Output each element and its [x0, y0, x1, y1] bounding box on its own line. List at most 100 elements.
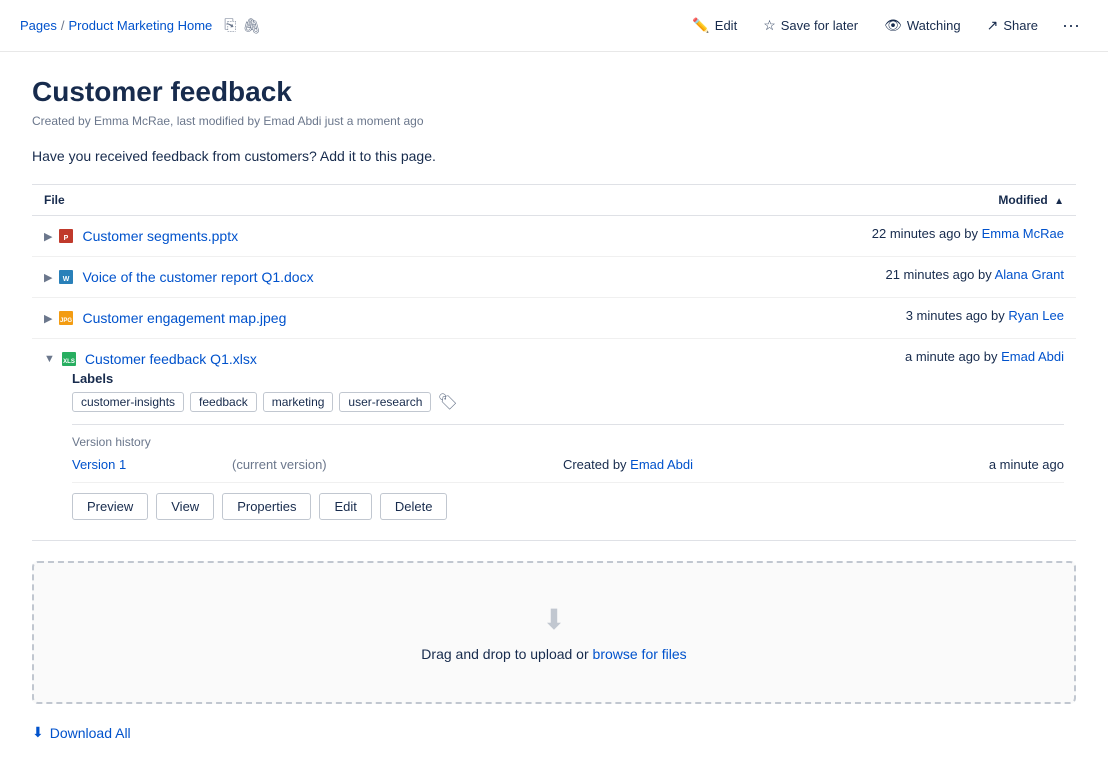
- labels-list: customer-insights feedback marketing use…: [72, 392, 1064, 412]
- preview-button[interactable]: Preview: [72, 493, 148, 520]
- version-actions: Preview View Properties Edit Delete: [72, 493, 1064, 520]
- file-name: Customer feedback Q1.xlsx: [85, 351, 257, 367]
- svg-text:XLS: XLS: [63, 359, 75, 365]
- pptx-icon: P: [56, 226, 76, 246]
- share-icon: ↗: [987, 17, 999, 34]
- download-all-link[interactable]: ⬇ Download All: [32, 720, 1076, 745]
- file-name: Voice of the customer report Q1.docx: [82, 269, 313, 285]
- version-section: Version history Version 1 (current versi…: [72, 424, 1064, 520]
- table-row: ▼ XLS Customer feedback Q1.xlsx: [32, 339, 1076, 372]
- page-title: Customer feedback: [32, 76, 1076, 108]
- version-link[interactable]: Version 1: [72, 457, 232, 472]
- properties-button[interactable]: Properties: [222, 493, 311, 520]
- labels-title: Labels: [72, 371, 1064, 386]
- file-name: Customer engagement map.jpeg: [82, 310, 286, 326]
- file-link[interactable]: JPG Customer engagement map.jpeg: [56, 308, 286, 328]
- share-button[interactable]: ↗ Share: [977, 12, 1048, 39]
- svg-text:JPG: JPG: [60, 318, 72, 324]
- upload-arrow-icon: ⬇: [54, 603, 1054, 636]
- label-tag[interactable]: marketing: [263, 392, 334, 412]
- modified-by-link[interactable]: Alana Grant: [995, 267, 1064, 282]
- modified-time: 21 minutes ago by: [885, 267, 994, 282]
- row-expander[interactable]: ▶: [44, 230, 52, 243]
- file-link[interactable]: XLS Customer feedback Q1.xlsx: [59, 349, 257, 369]
- nav-actions: ✏️ Edit ☆ Save for later 👁 Watching ↗ Sh…: [682, 10, 1088, 41]
- svg-text:W: W: [63, 276, 70, 283]
- breadcrumb-current-page[interactable]: Product Marketing Home: [69, 18, 213, 33]
- edit-label: Edit: [715, 18, 737, 33]
- jpeg-icon: JPG: [56, 308, 76, 328]
- labels-section: Labels customer-insights feedback market…: [72, 371, 1064, 412]
- version-history-title: Version history: [72, 435, 1064, 449]
- file-cell: ▶ JPG Customer engagement map.jpeg: [44, 308, 784, 328]
- browse-for-files-link[interactable]: browse for files: [593, 646, 687, 662]
- breadcrumb-pages[interactable]: Pages: [20, 18, 57, 33]
- modified-cell: 22 minutes ago by Emma McRae: [796, 216, 1076, 257]
- page-meta: Created by Emma McRae, last modified by …: [32, 114, 1076, 128]
- share-label: Share: [1003, 18, 1038, 33]
- breadcrumb-icons: ⎘ 🖇: [224, 17, 261, 35]
- label-tag[interactable]: feedback: [190, 392, 257, 412]
- row-expander[interactable]: ▶: [44, 312, 52, 325]
- view-button[interactable]: View: [156, 493, 214, 520]
- download-icon: ⬇: [32, 724, 44, 741]
- expanded-details-row: Labels customer-insights feedback market…: [32, 371, 1076, 541]
- breadcrumb: Pages / Product Marketing Home ⎘ 🖇: [20, 17, 682, 35]
- main-content: Customer feedback Created by Emma McRae,…: [0, 52, 1108, 769]
- row-expander[interactable]: ▶: [44, 271, 52, 284]
- table-row: ▶ W Voice of the customer report Q1.docx: [32, 257, 1076, 298]
- modified-cell: a minute ago by Emad Abdi: [796, 339, 1076, 372]
- sort-arrow: ▲: [1054, 196, 1064, 207]
- eye-icon: 👁: [884, 17, 902, 34]
- modified-cell: 3 minutes ago by Ryan Lee: [796, 298, 1076, 339]
- edit-icon: ✏️: [692, 17, 709, 34]
- upload-area[interactable]: ⬇ Drag and drop to upload or browse for …: [32, 561, 1076, 704]
- file-link[interactable]: P Customer segments.pptx: [56, 226, 238, 246]
- modified-by-link[interactable]: Emad Abdi: [1001, 349, 1064, 364]
- attach-icon[interactable]: 🖇: [242, 17, 261, 35]
- modified-time: 3 minutes ago by: [906, 308, 1009, 323]
- copy-page-icon[interactable]: ⎘: [224, 17, 236, 35]
- watching-label: Watching: [907, 18, 961, 33]
- version-creator-link[interactable]: Emad Abdi: [630, 457, 693, 472]
- download-all-label: Download All: [50, 725, 131, 741]
- file-table: File Modified ▲ ▶: [32, 184, 1076, 541]
- docx-icon: W: [56, 267, 76, 287]
- edit-version-button[interactable]: Edit: [319, 493, 371, 520]
- svg-text:P: P: [64, 235, 69, 242]
- label-tag[interactable]: user-research: [339, 392, 431, 412]
- star-icon: ☆: [763, 17, 776, 34]
- modified-by-link[interactable]: Emma McRae: [982, 226, 1064, 241]
- upload-text: Drag and drop to upload or browse for fi…: [54, 646, 1054, 662]
- table-row: ▶ JPG Customer engagement map.jpeg: [32, 298, 1076, 339]
- modified-by-link[interactable]: Ryan Lee: [1008, 308, 1064, 323]
- delete-button[interactable]: Delete: [380, 493, 448, 520]
- save-label: Save for later: [781, 18, 858, 33]
- file-name: Customer segments.pptx: [82, 228, 238, 244]
- table-row: ▶ P Customer segments.pptx: [32, 216, 1076, 257]
- modified-cell: 21 minutes ago by Alana Grant: [796, 257, 1076, 298]
- version-row: Version 1 (current version) Created by E…: [72, 457, 1064, 483]
- label-tag[interactable]: customer-insights: [72, 392, 184, 412]
- top-nav: Pages / Product Marketing Home ⎘ 🖇 ✏️ Ed…: [0, 0, 1108, 52]
- created-prefix: Created by: [563, 457, 630, 472]
- file-cell: ▼ XLS Customer feedback Q1.xlsx: [44, 349, 784, 369]
- col-file-header: File: [32, 185, 796, 216]
- breadcrumb-separator: /: [61, 18, 65, 33]
- version-current-label: (current version): [232, 457, 392, 472]
- col-modified-header[interactable]: Modified ▲: [796, 185, 1076, 216]
- more-actions-button[interactable]: ···: [1054, 10, 1088, 41]
- xlsx-icon: XLS: [59, 349, 79, 369]
- watching-button[interactable]: 👁 Watching: [874, 12, 971, 39]
- row-expander[interactable]: ▼: [44, 353, 55, 365]
- add-label-icon[interactable]: 🏷: [437, 392, 457, 412]
- file-cell: ▶ P Customer segments.pptx: [44, 226, 784, 246]
- version-time: a minute ago: [864, 457, 1064, 472]
- modified-time: a minute ago by: [905, 349, 1001, 364]
- edit-button[interactable]: ✏️ Edit: [682, 12, 747, 39]
- file-cell: ▶ W Voice of the customer report Q1.docx: [44, 267, 784, 287]
- modified-time: 22 minutes ago by: [872, 226, 982, 241]
- file-link[interactable]: W Voice of the customer report Q1.docx: [56, 267, 313, 287]
- save-for-later-button[interactable]: ☆ Save for later: [753, 12, 868, 39]
- page-description: Have you received feedback from customer…: [32, 148, 1076, 164]
